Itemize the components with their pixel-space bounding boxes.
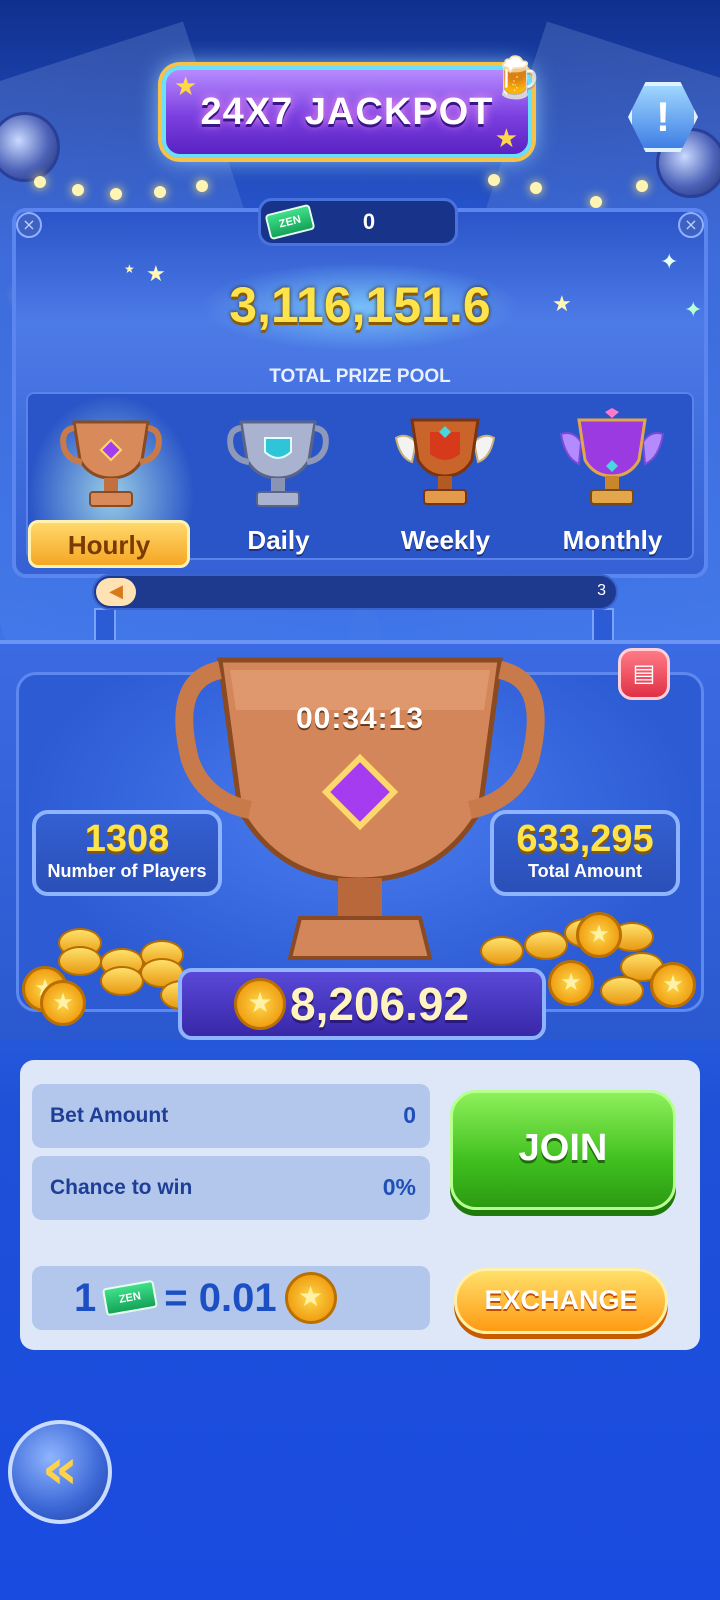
light-bulb: [72, 184, 84, 196]
coin-icon: ★: [234, 978, 286, 1030]
history-button[interactable]: ▤: [618, 648, 670, 700]
light-bulb: [488, 174, 500, 186]
players-label: Number of Players: [47, 861, 207, 881]
bolt-icon: ×: [16, 212, 42, 238]
chance-value: 0%: [382, 1174, 416, 1200]
megaphone-icon: ◀: [96, 578, 136, 606]
bronze-trophy-icon: [175, 657, 545, 960]
bet-amount-row: Bet Amount 0: [32, 1084, 430, 1148]
total-amount-label: Total Amount: [528, 861, 642, 881]
tab-daily[interactable]: Daily: [195, 394, 362, 562]
zen-ticket-icon: ZEN: [102, 1279, 159, 1317]
zen-ticket-icon: ZEN: [264, 203, 316, 241]
light-bulb: [530, 182, 542, 194]
announcement-ticker: ◀ 3: [92, 574, 618, 610]
coin-icon: ★: [40, 980, 86, 1026]
hourly-prize-bar: ★ 8,206.92: [178, 968, 546, 1040]
exchange-rate-row: 1 ZEN = 0.01 ★: [32, 1266, 430, 1330]
tab-monthly[interactable]: Monthly: [529, 394, 696, 562]
bolt-icon: ×: [678, 212, 704, 238]
total-prize-pool-label: TOTAL PRIZE POOL: [269, 366, 451, 387]
light-bulb: [636, 180, 648, 192]
mug-icon: 🍺: [492, 55, 542, 101]
tab-hourly[interactable]: Hourly: [28, 394, 195, 568]
join-button[interactable]: JOIN: [450, 1090, 676, 1210]
light-bulb: [34, 176, 46, 188]
exclamation-icon: !: [656, 93, 670, 140]
chance-label: Chance to win: [50, 1176, 193, 1199]
sparkle-icon: ★: [124, 262, 135, 276]
light-bulb: [110, 188, 122, 200]
players-value: 1308: [84, 818, 170, 860]
double-chevron-left-icon: «: [41, 1437, 79, 1502]
countdown-timer: 00:34:13: [295, 702, 425, 735]
hourly-prize-value: 8,206.92: [290, 978, 470, 1030]
total-prize-pool-value: 3,116,151.6: [229, 277, 491, 333]
tab-weekly-label: Weekly: [400, 525, 491, 555]
bet-card: Bet Amount 0 Chance to win 0% 1 ZEN = 0.…: [20, 1060, 700, 1350]
tab-daily-label: Daily: [247, 525, 310, 555]
silver-cup-icon: [227, 420, 329, 507]
tab-hourly-label: Hourly: [28, 520, 190, 568]
total-amount-box: 633,295 Total Amount: [490, 810, 680, 896]
tab-monthly-label: Monthly: [562, 525, 663, 555]
star-icon: ★: [174, 72, 198, 102]
back-button[interactable]: «: [8, 1420, 112, 1524]
coin-icon: ★: [576, 912, 622, 958]
ticker-trailing-text: 3: [597, 582, 606, 599]
purple-winged-cup-icon: [559, 408, 665, 505]
report-icon: ▤: [632, 659, 656, 687]
gold-winged-cup-icon: [394, 418, 496, 505]
chance-row: Chance to win 0%: [32, 1156, 430, 1220]
sparkle-icon: ✦: [660, 250, 679, 275]
rate-left-value: 1: [74, 1275, 97, 1320]
bet-amount-label: Bet Amount: [50, 1104, 169, 1127]
rate-right-value: = 0.01: [164, 1275, 277, 1320]
light-bulb: [154, 186, 166, 198]
players-box: 1308 Number of Players: [32, 810, 222, 896]
coin-icon: ★: [650, 962, 696, 1008]
zen-balance-value: 0: [362, 209, 376, 234]
exchange-button[interactable]: EXCHANGE: [454, 1268, 668, 1334]
bet-amount-value: 0: [403, 1102, 416, 1128]
light-bulb: [590, 196, 602, 208]
star-icon: ★: [494, 124, 518, 154]
period-tabs: Hourly Daily Weekly Monthly: [26, 392, 696, 568]
tab-weekly[interactable]: Weekly: [362, 394, 529, 562]
light-bulb: [196, 180, 208, 192]
jackpot-title-plate: ★ ★ 24X7 JACKPOT 🍺: [162, 55, 542, 158]
coin-icon: ★: [548, 960, 594, 1006]
bronze-cup-icon: [60, 420, 162, 507]
page-title: 24X7 JACKPOT: [200, 90, 494, 133]
coin-icon: ★: [284, 1272, 337, 1324]
zen-balance-bar: ZEN 0: [258, 198, 458, 246]
total-amount-value: 633,295: [516, 818, 654, 860]
